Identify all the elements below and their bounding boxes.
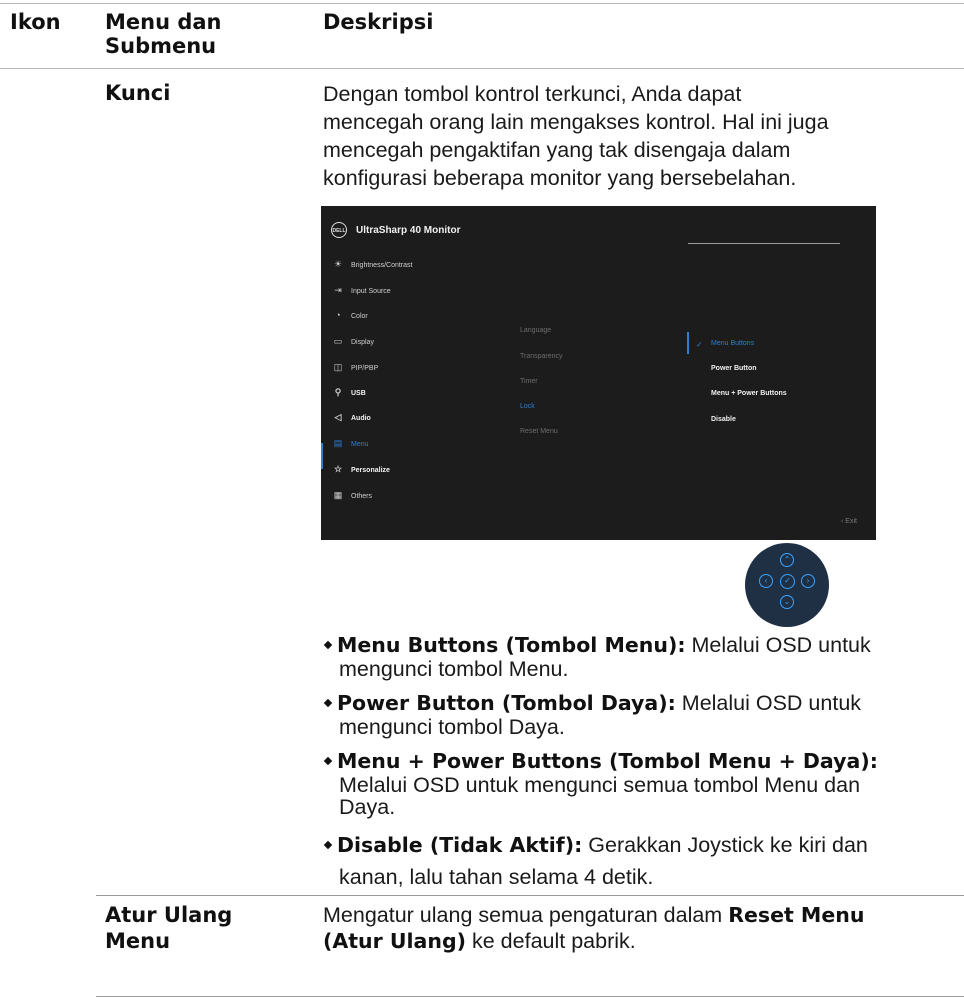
bullet-diamond-icon xyxy=(323,840,333,850)
col-header-menu-line2: Submenu xyxy=(105,34,217,58)
osd-title: UltraSharp 40 Monitor xyxy=(356,225,461,236)
osd-submenu-language[interactable]: Language xyxy=(520,327,551,334)
lock-desc-line: mencegah pengaktifan yang tak disengaja … xyxy=(323,138,791,162)
osd-menu-others[interactable]: ▦ Others xyxy=(331,487,372,503)
dell-logo: DELL xyxy=(331,222,347,238)
bullet-item: Menu + Power Buttons (Tombol Menu + Daya… xyxy=(323,748,878,818)
osd-menu-menu[interactable]: ▤ Menu xyxy=(331,435,369,451)
star-icon: ☆ xyxy=(333,464,343,474)
osd-menu-pip-pbp[interactable]: ◫ PIP/PBP xyxy=(331,359,379,375)
table-top-rule xyxy=(0,3,964,4)
lock-description: Dengan tombol kontrol terkunci, Anda dap… xyxy=(323,80,829,192)
bullet-text-cont: Melalui OSD untuk mengunci semua tombol … xyxy=(339,773,861,797)
osd-header-rule xyxy=(688,243,840,244)
joystick-graphic: ⌃ ‹ ✓ › ⌄ xyxy=(745,543,829,627)
term-lock: Kunci xyxy=(105,81,171,105)
osd-menu-label: Audio xyxy=(351,415,371,422)
osd-menu-input-source[interactable]: ⇥ Input Source xyxy=(331,282,391,298)
reset-desc-bold: Reset Menu xyxy=(728,903,865,927)
osd-menu-usb[interactable]: ⚲ USB xyxy=(331,384,366,400)
bullet-text-cont: mengunci tombol Daya. xyxy=(339,715,565,739)
bullet-diamond-icon xyxy=(323,698,333,708)
osd-menu-label: Display xyxy=(351,339,374,346)
bullet-diamond-icon xyxy=(323,756,333,766)
osd-submenu-reset-menu[interactable]: Reset Menu xyxy=(520,428,558,435)
reset-desc-text: ke default pabrik. xyxy=(466,929,636,953)
col-header-icon: Ikon xyxy=(10,10,61,34)
others-icon: ▦ xyxy=(333,490,343,500)
color-icon: ◔ xyxy=(335,310,341,320)
bullet-text-cont: Daya. xyxy=(339,795,396,819)
reset-desc-bold: (Atur Ulang) xyxy=(323,929,467,953)
lock-desc-line: mencegah orang lain mengakses kontrol. H… xyxy=(323,110,829,134)
osd-exit-button[interactable]: ‹ Exit xyxy=(841,518,857,525)
bullet-text-cont: kanan, lalu tahan selama 4 detik. xyxy=(339,865,654,889)
col-header-menu-line1: Menu dan xyxy=(105,10,222,34)
osd-submenu-timer[interactable]: Timer xyxy=(520,378,538,385)
osd-menu-audio[interactable]: ◁ Audio xyxy=(331,409,371,425)
usb-icon: ⚲ xyxy=(334,387,342,397)
bullet-list: Menu Buttons (Tombol Menu): Melalui OSD … xyxy=(323,632,878,888)
bullet-item: Menu Buttons (Tombol Menu): Melalui OSD … xyxy=(323,632,878,680)
osd-menu-display[interactable]: ▭ Display xyxy=(331,333,374,349)
osd-menu-label: Input Source xyxy=(351,288,391,295)
header-bottom-rule xyxy=(0,68,964,69)
col-header-description: Deskripsi xyxy=(323,10,434,34)
term-reset-menu: Atur Ulang Menu xyxy=(105,902,232,954)
osd-menu-label: Personalize xyxy=(351,467,390,474)
osd-option-menu-power-buttons[interactable]: Menu + Power Buttons xyxy=(711,390,787,397)
bullet-text: Melalui OSD untuk xyxy=(675,691,862,715)
joystick-up-icon: ⌃ xyxy=(780,553,794,567)
osd-menu-personalize[interactable]: ☆ Personalize xyxy=(331,461,390,477)
menu-icon: ▤ xyxy=(333,438,343,448)
bullet-item: Disable (Tidak Aktif): Gerakkan Joystick… xyxy=(323,832,878,888)
bullet-term: Menu + Power Buttons (Tombol Menu + Daya… xyxy=(337,749,878,773)
reset-description: Mengatur ulang semua pengaturan dalam Re… xyxy=(323,902,864,954)
osd-option-selection-bar xyxy=(687,332,689,354)
pip-pbp-icon: ◫ xyxy=(333,362,343,372)
lock-desc-line: konfigurasi beberapa monitor yang berseb… xyxy=(323,166,797,190)
osd-submenu-lock[interactable]: Lock xyxy=(520,403,535,410)
osd-menu-label: Menu xyxy=(351,441,369,448)
osd-menu-label: Others xyxy=(351,493,373,500)
joystick-left-icon: ‹ xyxy=(759,574,773,588)
row-divider-lock-reset xyxy=(96,895,964,896)
display-icon: ▭ xyxy=(333,336,343,346)
osd-option-menu-buttons[interactable]: Menu Buttons xyxy=(711,340,754,347)
term-reset-line2: Menu xyxy=(105,929,171,953)
term-reset-line1: Atur Ulang xyxy=(105,903,233,927)
bullet-term: Disable (Tidak Aktif): xyxy=(337,833,583,857)
osd-menu-label: Color xyxy=(351,313,368,320)
bullet-item: Power Button (Tombol Daya): Melalui OSD … xyxy=(323,690,878,738)
reset-desc-line2: (Atur Ulang) ke default pabrik. xyxy=(323,928,864,954)
audio-icon: ◁ xyxy=(334,412,342,422)
joystick-right-icon: › xyxy=(801,574,815,588)
bullet-term: Power Button (Tombol Daya): xyxy=(337,691,676,715)
input-source-icon: ⇥ xyxy=(334,285,342,295)
col-header-menu: Menu dan Submenu xyxy=(105,10,222,58)
osd-menu-label: PIP/PBP xyxy=(351,365,379,372)
check-icon: ✓ xyxy=(696,340,703,349)
reset-desc-line1: Mengatur ulang semua pengaturan dalam Re… xyxy=(323,902,864,928)
osd-option-power-button[interactable]: Power Button xyxy=(711,365,757,372)
osd-menu-color[interactable]: ◔ Color xyxy=(331,307,368,323)
lock-desc-line: Dengan tombol kontrol terkunci, Anda dap… xyxy=(323,82,742,106)
osd-option-disable[interactable]: Disable xyxy=(711,416,736,423)
osd-submenu-transparency[interactable]: Transparency xyxy=(520,353,563,360)
reset-desc-text: Mengatur ulang semua pengaturan dalam xyxy=(323,903,729,927)
bullet-text: Gerakkan Joystick ke kiri dan xyxy=(582,833,868,857)
bullet-text: Melalui OSD untuk xyxy=(685,633,871,657)
osd-screenshot: DELL UltraSharp 40 Monitor ☀ Brightness/C… xyxy=(321,206,876,540)
osd-menu-selection-bar xyxy=(321,443,323,469)
brightness-icon: ☀ xyxy=(333,259,343,269)
bullet-term: Menu Buttons (Tombol Menu): xyxy=(337,633,686,657)
bullet-diamond-icon xyxy=(323,640,333,650)
osd-menu-label: USB xyxy=(351,390,366,397)
joystick-center-icon: ✓ xyxy=(780,574,795,589)
bullet-text-cont: mengunci tombol Menu. xyxy=(339,657,569,681)
osd-menu-label: Brightness/Contrast xyxy=(351,262,413,269)
osd-menu-brightness-contrast[interactable]: ☀ Brightness/Contrast xyxy=(331,256,413,272)
joystick-down-icon: ⌄ xyxy=(780,595,794,609)
